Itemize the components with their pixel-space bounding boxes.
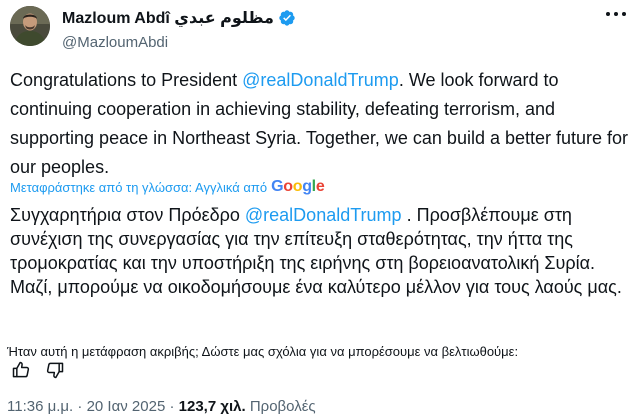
tweet-text: Congratulations to President @realDonald… <box>10 66 630 182</box>
author-handle[interactable]: @MazloumAbdi <box>62 34 296 51</box>
thumbs-up-icon[interactable] <box>11 360 31 380</box>
translation-notice-text: Μεταφράστηκε από τη γλώσσα: Αγγλικά από <box>10 179 268 195</box>
tweet-text-start: Congratulations to President <box>10 70 243 90</box>
translation-feedback-question: Ήταν αυτή η μετάφραση ακριβής; Δώστε μας… <box>7 344 519 359</box>
views-count: 123,7 χιλ. <box>178 398 246 415</box>
translated-text: Συγχαρητήρια στον Πρόεδρο @realDonaldTru… <box>10 203 635 299</box>
translated-mention-link[interactable]: @realDonaldTrump <box>245 205 402 225</box>
translation-notice[interactable]: Μεταφράστηκε από τη γλώσσα: Αγγλικά από … <box>10 177 325 197</box>
mention-link[interactable]: @realDonaldTrump <box>242 70 399 90</box>
views-label: Προβολές <box>249 398 316 415</box>
translated-text-start: Συγχαρητήρια στον Πρόεδρο <box>10 205 245 225</box>
more-options-icon[interactable] <box>606 12 626 20</box>
google-logo: Google <box>271 178 325 195</box>
translation-feedback-buttons <box>11 360 65 380</box>
tweet-date[interactable]: 20 Ιαν 2025 <box>87 398 166 415</box>
tweet-time[interactable]: 11:36 μ.μ. <box>7 398 73 415</box>
author-display-name[interactable]: Mazloum Abdî مظلوم عبدي <box>62 8 274 28</box>
meta-separator: · <box>77 398 83 415</box>
thumbs-down-icon[interactable] <box>45 360 65 380</box>
tweet-header: Mazloum Abdî مظلوم عبدي @MazloumAbdi <box>10 6 630 52</box>
avatar[interactable] <box>10 6 50 46</box>
verified-badge-icon[interactable] <box>278 9 296 27</box>
tweet-meta: 11:36 μ.μ. · 20 Ιαν 2025 · 123,7 χιλ. Πρ… <box>7 398 316 415</box>
meta-separator: · <box>169 398 175 415</box>
